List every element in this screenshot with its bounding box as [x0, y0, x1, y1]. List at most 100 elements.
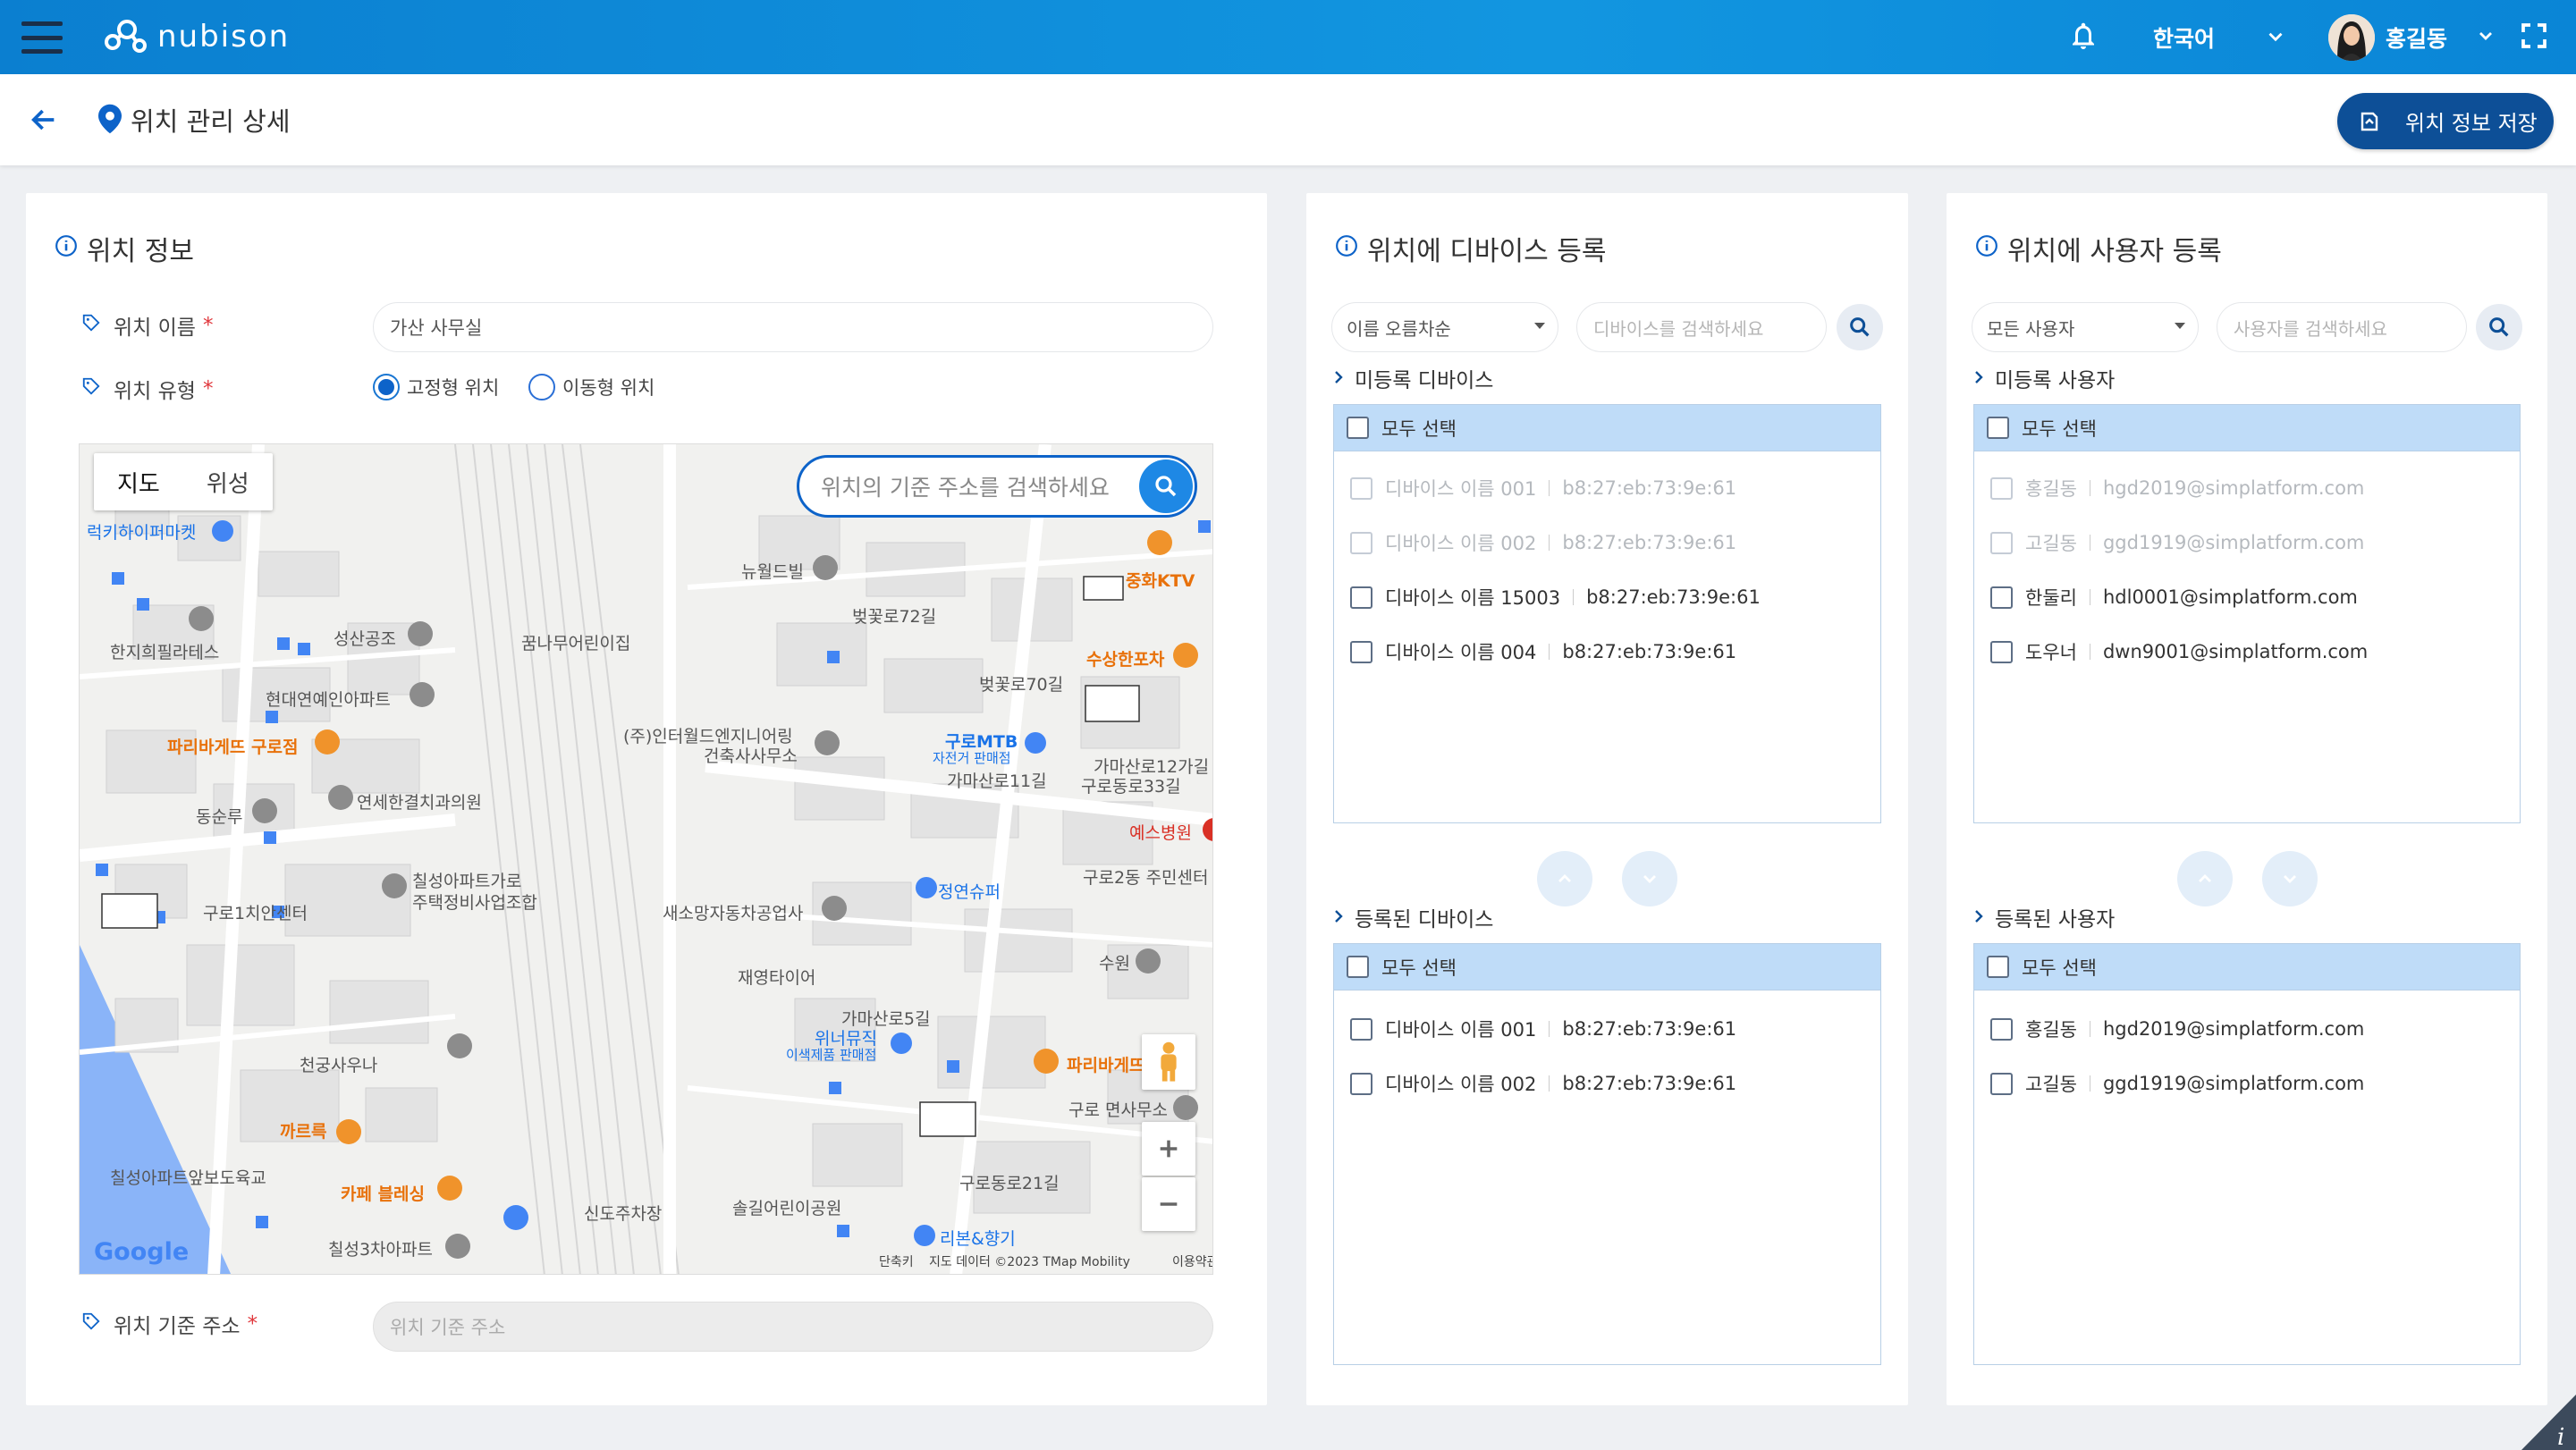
- label-text: 위치 기준 주소: [114, 1315, 241, 1338]
- zoom-out-button[interactable]: [1142, 1177, 1195, 1231]
- map-terms-link[interactable]: 이용약관: [1172, 1252, 1212, 1270]
- user-avatar[interactable]: [2328, 14, 2375, 61]
- brand-logo[interactable]: nubison: [104, 13, 290, 61]
- select-all-row[interactable]: 모두 선택: [1334, 405, 1880, 451]
- item-checkbox[interactable]: [1990, 586, 2013, 609]
- registered-devices-title[interactable]: 등록된 디바이스: [1333, 902, 1493, 932]
- fullscreen-icon[interactable]: [2520, 21, 2548, 54]
- chevron-down-icon[interactable]: [2264, 25, 2287, 52]
- list-item[interactable]: 디바이스 이름 002 b8:27:eb:73:9e:61: [1350, 1070, 1736, 1097]
- user-name[interactable]: 홍길동: [2386, 21, 2447, 54]
- info-icon: [55, 233, 78, 265]
- device-search-button[interactable]: [1837, 304, 1883, 350]
- move-up-button[interactable]: [2177, 851, 2233, 906]
- select-all-checkbox[interactable]: [1987, 417, 2009, 439]
- list-item[interactable]: 도우너 dwn9001@simplatform.com: [1990, 638, 2368, 665]
- list-item[interactable]: 디바이스 이름 004 b8:27:eb:73:9e:61: [1350, 638, 1736, 665]
- item-checkbox[interactable]: [1990, 476, 2013, 500]
- zoom-in-button[interactable]: [1142, 1122, 1195, 1176]
- device-search-input[interactable]: 디바이스를 검색하세요: [1576, 302, 1827, 352]
- back-arrow-icon[interactable]: [27, 105, 61, 139]
- user-email: ggd1919@simplatform.com: [2102, 1073, 2365, 1094]
- map-label: 이색제품 판매점: [786, 1047, 877, 1063]
- panel-title: 위치 정보: [55, 229, 194, 268]
- select-all-checkbox[interactable]: [1347, 956, 1369, 978]
- map-type-satellite-tab[interactable]: 위성: [183, 453, 273, 510]
- select-all-label: 모두 선택: [2022, 957, 2097, 979]
- page-title: 위치 관리 상세: [131, 106, 291, 137]
- item-checkbox[interactable]: [1350, 1017, 1372, 1041]
- notification-bell-icon[interactable]: [2067, 20, 2099, 55]
- item-checkbox[interactable]: [1990, 1017, 2013, 1041]
- user-search-button[interactable]: [2476, 304, 2522, 350]
- list-item[interactable]: 고길동 ggd1919@simplatform.com: [1990, 1070, 2364, 1097]
- user-name: 고길동: [2025, 533, 2077, 554]
- move-down-button[interactable]: [2262, 851, 2318, 906]
- map-shortcuts-link[interactable]: 단축키: [879, 1252, 914, 1270]
- item-checkbox[interactable]: [1990, 1072, 2013, 1095]
- device-mac: b8:27:eb:73:9e:61: [1562, 1073, 1737, 1094]
- location-name-input[interactable]: 가산 사무실: [373, 302, 1213, 352]
- section-title-text: 미등록 사용자: [1995, 369, 2116, 392]
- radio-fixed-location[interactable]: 고정형 위치: [373, 374, 499, 400]
- device-sort-select[interactable]: 이름 오름차순: [1331, 302, 1558, 352]
- search-icon: [2489, 317, 2509, 337]
- list-item[interactable]: 디바이스 이름 002 b8:27:eb:73:9e:61: [1350, 529, 1736, 556]
- item-checkbox[interactable]: [1990, 531, 2013, 554]
- move-up-button[interactable]: [1537, 851, 1592, 906]
- map-view[interactable]: 지도 위성 위치의 기준 주소를 검색하세요 럭키하이퍼마켓 한지희필라테스 성…: [79, 443, 1213, 1275]
- select-all-row[interactable]: 모두 선택: [1974, 944, 2520, 991]
- select-all-row[interactable]: 모두 선택: [1334, 944, 1880, 991]
- list-item[interactable]: 홍길동 hgd2019@simplatform.com: [1990, 1016, 2364, 1042]
- map-address-search[interactable]: 위치의 기준 주소를 검색하세요: [797, 455, 1197, 518]
- menu-icon[interactable]: [21, 21, 63, 54]
- list-item[interactable]: 디바이스 이름 001 b8:27:eb:73:9e:61: [1350, 475, 1736, 502]
- select-all-checkbox[interactable]: [1987, 956, 2009, 978]
- item-checkbox[interactable]: [1350, 531, 1372, 554]
- info-corner-icon[interactable]: i: [2521, 1395, 2576, 1450]
- select-all-row[interactable]: 모두 선택: [1974, 405, 2520, 451]
- select-all-checkbox[interactable]: [1347, 417, 1369, 439]
- item-checkbox[interactable]: [1350, 640, 1372, 663]
- language-selector[interactable]: 한국어: [2153, 21, 2215, 54]
- list-item[interactable]: 디바이스 이름 001 b8:27:eb:73:9e:61: [1350, 1016, 1736, 1042]
- save-location-button[interactable]: 위치 정보 저장: [2337, 93, 2554, 149]
- radio-mobile-location[interactable]: 이동형 위치: [528, 374, 655, 400]
- item-checkbox[interactable]: [1990, 640, 2013, 663]
- radio-button[interactable]: [528, 374, 555, 400]
- map-label: 까르륵: [280, 1122, 327, 1142]
- map-label: 가마산로11길: [947, 771, 1047, 791]
- item-checkbox[interactable]: [1350, 586, 1372, 609]
- registered-users-title[interactable]: 등록된 사용자: [1973, 902, 2115, 932]
- map-type-map-tab[interactable]: 지도: [94, 453, 183, 510]
- info-icon: [1975, 233, 1998, 265]
- chevron-right-icon: [1973, 906, 1984, 929]
- list-item[interactable]: 홍길동 hgd2019@simplatform.com: [1990, 475, 2364, 502]
- list-item[interactable]: 한둘리 hdl0001@simplatform.com: [1990, 584, 2358, 611]
- unregistered-users-title[interactable]: 미등록 사용자: [1973, 363, 2115, 393]
- unregistered-devices-title[interactable]: 미등록 디바이스: [1333, 363, 1493, 393]
- radio-button-selected[interactable]: [373, 374, 400, 400]
- map-type-toggle[interactable]: 지도 위성: [94, 453, 273, 510]
- user-name: 홍길동: [2025, 1019, 2077, 1041]
- list-item[interactable]: 디바이스 이름 15003 b8:27:eb:73:9e:61: [1350, 584, 1761, 611]
- item-checkbox[interactable]: [1350, 476, 1372, 500]
- panel-title-text: 위치 정보: [87, 236, 194, 267]
- item-checkbox[interactable]: [1350, 1072, 1372, 1095]
- location-address-input[interactable]: 위치 기준 주소: [373, 1302, 1213, 1352]
- list-item[interactable]: 고길동 ggd1919@simplatform.com: [1990, 529, 2364, 556]
- user-search-input[interactable]: 사용자를 검색하세요: [2217, 302, 2467, 352]
- map-search-button[interactable]: [1139, 459, 1193, 513]
- user-name: 한둘리: [2025, 587, 2077, 609]
- select-value: 모든 사용자: [1987, 317, 2075, 340]
- map-label: 수원: [1099, 954, 1130, 974]
- search-icon: [1155, 476, 1177, 497]
- move-down-button[interactable]: [1622, 851, 1677, 906]
- map-label: 카페 블레싱: [341, 1184, 426, 1204]
- map-label: 꿈나무어린이집: [521, 634, 631, 653]
- map-label: 건축사사무소: [704, 746, 798, 766]
- chevron-down-icon[interactable]: [2475, 25, 2496, 50]
- map-label: 자전거 판매점: [933, 750, 1011, 766]
- user-filter-select[interactable]: 모든 사용자: [1972, 302, 2199, 352]
- street-view-pegman-icon[interactable]: [1142, 1034, 1195, 1090]
